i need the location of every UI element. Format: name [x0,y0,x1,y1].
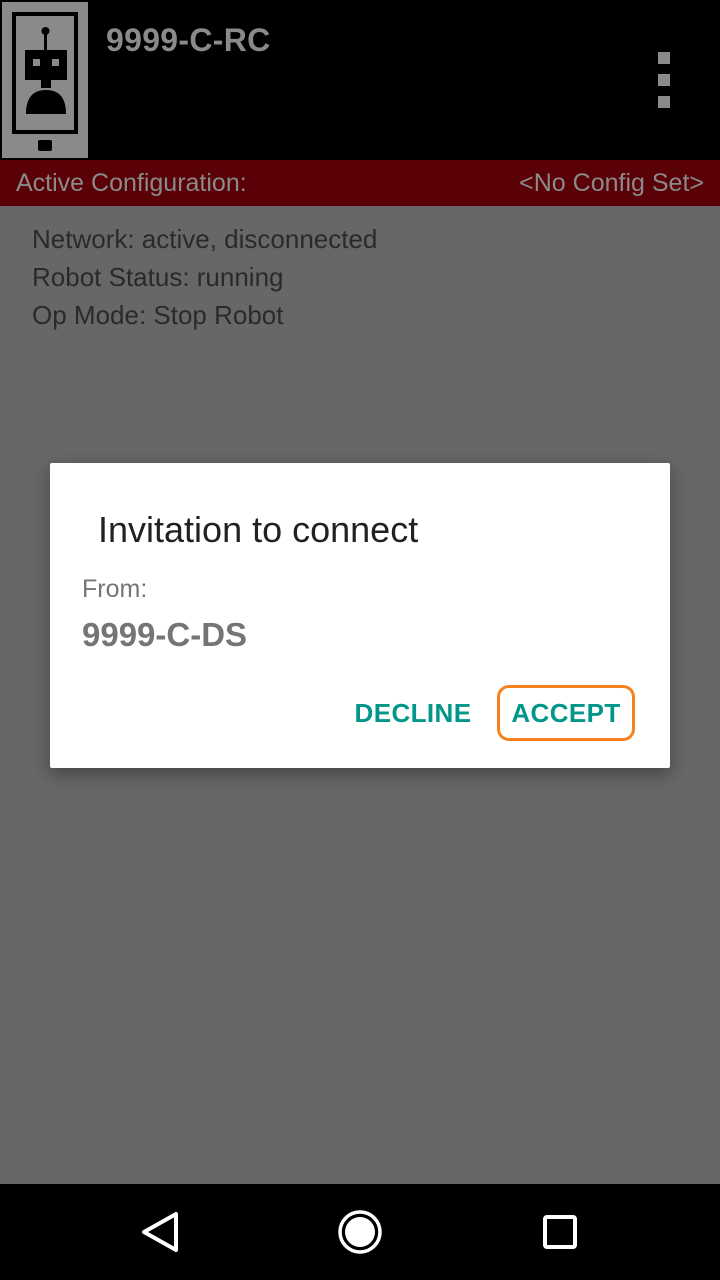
decline-button[interactable]: DECLINE [346,685,480,741]
back-triangle-icon[interactable] [136,1208,184,1256]
invitation-dialog: Invitation to connect From: 9999-C-DS DE… [50,463,670,768]
config-bar: Active Configuration: <No Config Set> [0,160,720,206]
recents-square-icon[interactable] [536,1208,584,1256]
robot-phone-icon [2,2,88,158]
app-title: 9999-C-RC [106,22,271,58]
robot-status: Robot Status: running [32,262,284,292]
menu-dot [658,74,670,86]
accept-button[interactable]: ACCEPT [497,685,635,741]
config-value: <No Config Set> [519,168,704,197]
status-panel: Network: active, disconnected Robot Stat… [32,220,377,334]
system-nav-bar [0,1184,720,1280]
app-bar: 9999-C-RC [0,0,720,160]
menu-dot [658,96,670,108]
op-mode-status: Op Mode: Stop Robot [32,300,284,330]
dialog-title: Invitation to connect [98,509,419,550]
menu-dot [658,52,670,64]
from-device-name: 9999-C-DS [82,616,248,653]
home-circle-icon[interactable] [336,1208,384,1256]
overflow-menu-icon[interactable] [640,44,688,116]
from-label: From: [82,575,148,603]
network-status: Network: active, disconnected [32,224,378,254]
config-label: Active Configuration: [16,168,247,197]
